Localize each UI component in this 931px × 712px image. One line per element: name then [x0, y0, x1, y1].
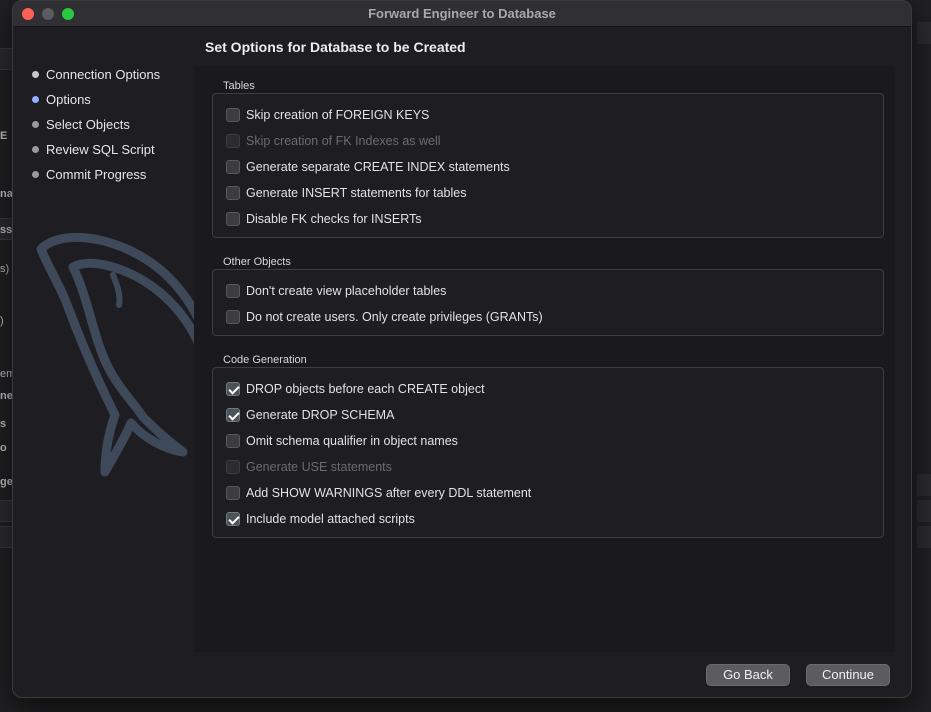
background-fragment: s	[0, 418, 7, 430]
checkbox[interactable]	[226, 460, 240, 474]
option-drop-schema[interactable]: Generate DROP SCHEMA	[226, 406, 394, 424]
background-fragment: E	[0, 130, 8, 142]
minimize-icon[interactable]	[42, 8, 54, 20]
option-label: Skip creation of FK Indexes as well	[246, 134, 441, 148]
wizard-steps: Connection Options Options Select Object…	[13, 27, 220, 697]
option-separate-create-index[interactable]: Generate separate CREATE INDEX statement…	[226, 158, 510, 176]
checkbox[interactable]	[226, 310, 240, 324]
checkbox[interactable]	[226, 160, 240, 174]
step-options: Options	[32, 89, 91, 109]
option-label: Generate separate CREATE INDEX statement…	[246, 160, 510, 174]
option-label: Add SHOW WARNINGS after every DDL statem…	[246, 486, 532, 500]
background-strip	[0, 500, 12, 522]
step-label: Options	[46, 91, 91, 107]
background-strip	[0, 526, 12, 548]
continue-button[interactable]: Continue	[806, 664, 890, 686]
option-label: Generate DROP SCHEMA	[246, 408, 395, 422]
option-omit-schema-qualifier[interactable]: Omit schema qualifier in object names	[226, 432, 458, 450]
background-fragment: na	[0, 188, 13, 200]
checkbox[interactable]	[226, 212, 240, 226]
group-label-tables: Tables	[223, 80, 255, 92]
step-label: Review SQL Script	[46, 141, 155, 157]
close-icon[interactable]	[22, 8, 34, 20]
checkbox[interactable]	[226, 284, 240, 298]
group-label-code-generation: Code Generation	[223, 354, 307, 366]
step-select-objects: Select Objects	[32, 114, 130, 134]
option-label: Generate INSERT statements for tables	[246, 186, 467, 200]
option-disable-fk-checks[interactable]: Disable FK checks for INSERTs	[226, 210, 422, 228]
checkbox[interactable]	[226, 434, 240, 448]
option-generate-use[interactable]: Generate USE statements	[226, 458, 392, 476]
page-title: Set Options for Database to be Created	[205, 39, 466, 55]
dialog-window: Forward Engineer to Database Connection …	[12, 0, 912, 698]
checkbox[interactable]	[226, 108, 240, 122]
option-show-warnings[interactable]: Add SHOW WARNINGS after every DDL statem…	[226, 484, 531, 502]
background-strip	[917, 22, 931, 44]
option-no-create-users[interactable]: Do not create users. Only create privile…	[226, 308, 543, 326]
option-include-model-scripts[interactable]: Include model attached scripts	[226, 510, 415, 528]
option-no-view-placeholder[interactable]: Don't create view placeholder tables	[226, 282, 446, 300]
option-label: Disable FK checks for INSERTs	[246, 212, 422, 226]
option-label: Do not create users. Only create privile…	[246, 310, 543, 324]
checkbox[interactable]	[226, 134, 240, 148]
background-strip	[917, 500, 931, 522]
option-skip-foreign-keys[interactable]: Skip creation of FOREIGN KEYS	[226, 106, 429, 124]
checkbox[interactable]	[226, 486, 240, 500]
background-fragment: ss	[0, 224, 13, 236]
background-fragment: s)	[0, 263, 10, 275]
checkbox-checked[interactable]	[226, 382, 240, 396]
background-fragment: ge	[0, 476, 13, 488]
step-label: Select Objects	[46, 116, 130, 132]
background-fragment: o	[0, 442, 7, 454]
step-label: Commit Progress	[46, 166, 147, 182]
title-bar[interactable]: Forward Engineer to Database	[13, 1, 911, 27]
option-generate-insert[interactable]: Generate INSERT statements for tables	[226, 184, 466, 202]
step-commit-progress: Commit Progress	[32, 164, 146, 184]
background-fragment: ne	[0, 390, 13, 402]
option-label: Include model attached scripts	[246, 512, 415, 526]
step-dot-icon	[32, 120, 39, 128]
step-label: Connection Options	[46, 66, 161, 82]
option-drop-objects[interactable]: DROP objects before each CREATE object	[226, 380, 485, 398]
option-label: Omit schema qualifier in object names	[246, 434, 458, 448]
maximize-icon[interactable]	[62, 8, 74, 20]
background-strip	[0, 48, 12, 70]
go-back-button[interactable]: Go Back	[706, 664, 790, 686]
window-title: Forward Engineer to Database	[368, 6, 556, 21]
checkbox-checked[interactable]	[226, 408, 240, 422]
option-label: DROP objects before each CREATE object	[246, 382, 485, 396]
background-strip	[917, 474, 931, 496]
step-dot-icon	[32, 70, 39, 78]
background-fragment: )	[0, 315, 4, 327]
step-dot-icon	[32, 145, 39, 153]
option-label: Generate USE statements	[246, 460, 392, 474]
option-label: Don't create view placeholder tables	[246, 284, 447, 298]
step-connection-options: Connection Options	[32, 64, 160, 84]
step-dot-icon	[32, 95, 39, 103]
step-dot-icon	[32, 170, 39, 178]
background-strip	[917, 526, 931, 548]
step-review-sql-script: Review SQL Script	[32, 139, 155, 159]
group-label-other-objects: Other Objects	[223, 256, 291, 268]
checkbox[interactable]	[226, 186, 240, 200]
option-label: Skip creation of FOREIGN KEYS	[246, 108, 430, 122]
checkbox-checked[interactable]	[226, 512, 240, 526]
option-skip-fk-indexes[interactable]: Skip creation of FK Indexes as well	[226, 132, 441, 150]
